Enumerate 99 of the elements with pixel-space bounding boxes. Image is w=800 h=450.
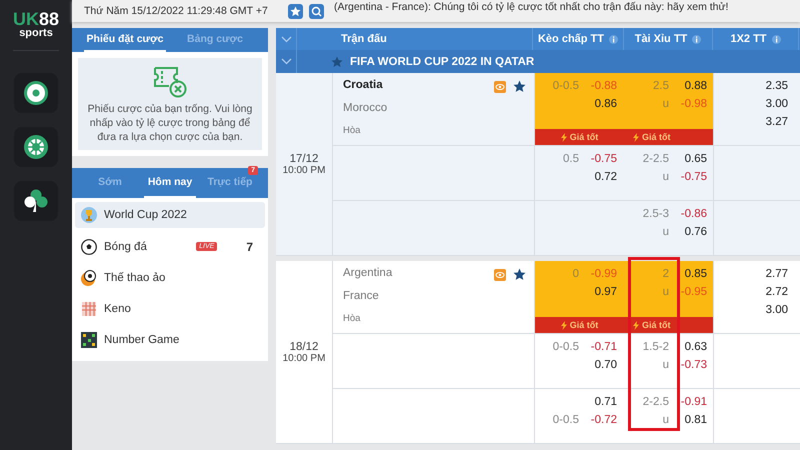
team-name: Argentina [343,267,392,279]
odds-value[interactable]: -0.72 [590,414,617,426]
handicap-line: u [662,98,669,110]
odds-value[interactable]: -0.71 [590,341,617,353]
lightning-icon [560,132,567,142]
empty-slip-message: Phiếu cược của bạn trống. Vui lòng nhấp vào tỷ lệ cược trong bảng để đưa ra lựa chọn cược của bạn. [86,102,254,144]
odds-value[interactable]: 3.00 [766,304,788,316]
search-icon [311,6,322,16]
chevron-down-icon[interactable] [280,58,292,65]
info-icon[interactable] [772,34,781,44]
team-name: France [343,290,379,302]
handicap-line: 2-2.5 [642,396,669,408]
handicap-line: 2.5 [653,80,669,92]
match-count: 7 [246,240,253,254]
sport-list-item[interactable]: Keno [75,293,265,324]
star-icon[interactable] [513,268,526,281]
odds-value[interactable]: -0.86 [680,208,707,220]
best-price-label: Giá tốt [570,132,598,142]
odds-value[interactable]: -0.73 [680,359,707,371]
lightning-icon [633,320,639,330]
odds-value[interactable]: 0.76 [684,226,707,238]
sport-nav-button[interactable] [14,127,58,167]
sport-list-item[interactable]: Number Game [75,324,265,355]
sport-list-item[interactable]: Thế thao ảo [75,262,265,293]
odds-value[interactable]: 0.97 [594,286,617,298]
handicap-line: 0 [572,268,579,280]
handicap-line: u [662,171,669,183]
eye-icon[interactable] [494,268,506,280]
odds-value[interactable]: 3.27 [766,116,788,128]
date-time: Thứ Năm 15/12/2022 11:29:48 GMT +7 [84,5,269,17]
match-date: 17/12 [290,152,318,164]
odds-value[interactable]: 0.81 [684,414,707,426]
ticket-cancel-icon [153,66,187,98]
odds-value[interactable]: 3.00 [766,98,788,110]
handicap-line: 2.5-3 [642,208,669,220]
draw-label: Hòa [343,313,360,324]
team-name: Morocco [343,102,388,114]
odds-value[interactable]: 2.77 [766,268,788,280]
match-date: 18/12 [290,340,318,352]
handicap-line: 0-0.5 [552,341,579,353]
odds-value[interactable]: -0.75 [590,153,617,165]
clover-icon [23,188,49,214]
odds-value[interactable]: 0.70 [594,359,617,371]
trophy-icon [81,207,97,223]
league-title: FIFA WORLD CUP 2022 IN QATAR [350,56,534,68]
odds-value[interactable]: 0.85 [684,268,707,280]
lightning-icon [560,320,567,330]
odds-value[interactable]: 0.63 [684,341,707,353]
handicap-line: u [662,286,669,298]
odds-value[interactable]: 2.72 [766,286,788,298]
sport-nav-button[interactable] [14,181,58,221]
handicap-line: 2-2.5 [642,153,669,165]
draw-label: Hòa [343,125,360,136]
match-time: 10:00 PM [282,164,326,176]
star-icon [290,6,301,16]
tab[interactable]: Phiếu đặt cược [84,28,166,52]
odds-value[interactable]: -0.91 [680,396,707,408]
handicap-line: 1.5-2 [642,341,669,353]
tab[interactable]: Hôm nay [144,168,196,198]
eye-icon[interactable] [494,80,506,92]
star-icon[interactable] [331,56,343,68]
number-grid-icon [81,332,97,348]
best-price-label: Giá tốt [642,320,670,330]
handicap-line: 0-0.5 [552,414,579,426]
info-icon[interactable] [609,34,618,44]
column-header: 1X2 TT [730,33,767,45]
column-header: Kèo chấp TT [538,33,604,45]
news-ticker: (Argentina - France): Chúng tôi có tỷ lệ cược tốt nhất cho trận đấu này: hãy xem thử! [334,1,728,13]
odds-value[interactable]: 2.35 [766,80,788,92]
column-header: Tài Xỉu TT [634,33,688,45]
keno-card-icon [81,300,97,316]
team-name: Croatia [343,79,383,91]
odds-value[interactable]: -0.75 [680,171,707,183]
odds-value[interactable]: 0.86 [594,98,617,110]
search-button[interactable] [309,4,324,18]
wheel-icon [23,134,49,160]
handicap-line: 0-0.5 [552,80,579,92]
sport-nav-button[interactable] [14,73,58,113]
chevron-down-icon[interactable] [280,36,292,42]
handicap-line: 2 [662,268,669,280]
handicap-line: u [662,414,669,426]
logo-subtitle: sports [19,28,53,38]
logo-text: UK88 [12,10,60,28]
odds-value[interactable]: 0.71 [594,396,617,408]
handicap-line: u [662,359,669,371]
favorites-button[interactable] [288,4,303,18]
handicap-line: 0.5 [563,153,579,165]
lightning-icon [633,132,639,142]
info-icon[interactable] [692,34,702,44]
handicap-line: u [662,226,669,238]
best-price-label: Giá tốt [642,132,670,142]
odds-value[interactable]: 0.88 [684,80,707,92]
star-icon[interactable] [513,80,526,93]
best-price-label: Giá tốt [570,320,598,330]
sport-list-item[interactable]: World Cup 2022 [75,202,265,228]
odds-value[interactable]: 0.72 [594,171,617,183]
match-time: 10:00 PM [282,352,326,364]
odds-value[interactable]: 0.65 [684,153,707,165]
column-header: Trận đấu [341,33,387,45]
